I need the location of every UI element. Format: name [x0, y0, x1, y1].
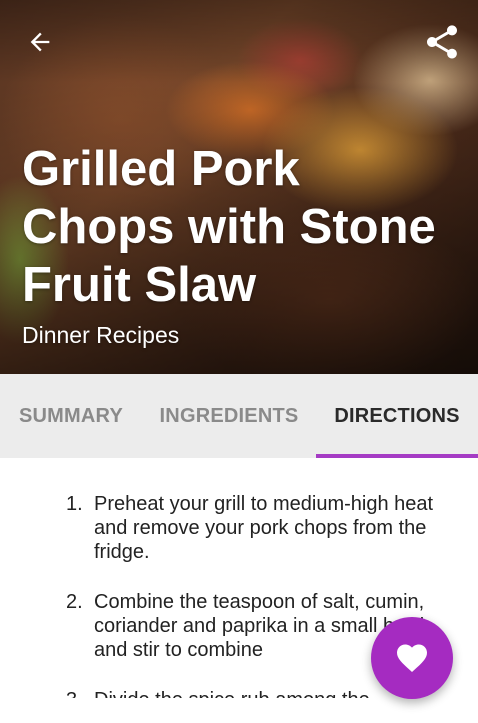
bottom-edge — [0, 698, 478, 723]
step-number: 1. — [66, 493, 83, 515]
favorite-button[interactable] — [371, 617, 453, 699]
tab-directions[interactable]: DIRECTIONS — [316, 374, 478, 458]
share-button[interactable] — [420, 20, 464, 64]
recipe-hero-image: Grilled Pork Chops with Stone Fruit Slaw… — [0, 0, 478, 374]
tab-summary[interactable]: SUMMARY — [0, 374, 142, 458]
step-number: 2. — [66, 591, 83, 613]
list-item: 1. Preheat your grill to medium-high hea… — [0, 492, 478, 564]
step-number: 3. — [66, 688, 83, 698]
step-text: Preheat your grill to medium-high heat a… — [94, 493, 434, 563]
tab-bar: SUMMARY INGREDIENTS DIRECTIONS — [0, 374, 478, 458]
tab-ingredients[interactable]: INGREDIENTS — [142, 374, 316, 458]
arrow-left-icon — [30, 32, 50, 52]
heart-icon — [397, 644, 427, 673]
recipe-category: Dinner Recipes — [22, 322, 180, 348]
back-button[interactable] — [22, 24, 58, 60]
recipe-title: Grilled Pork Chops with Stone Fruit Slaw — [22, 142, 436, 312]
share-icon — [427, 25, 457, 59]
